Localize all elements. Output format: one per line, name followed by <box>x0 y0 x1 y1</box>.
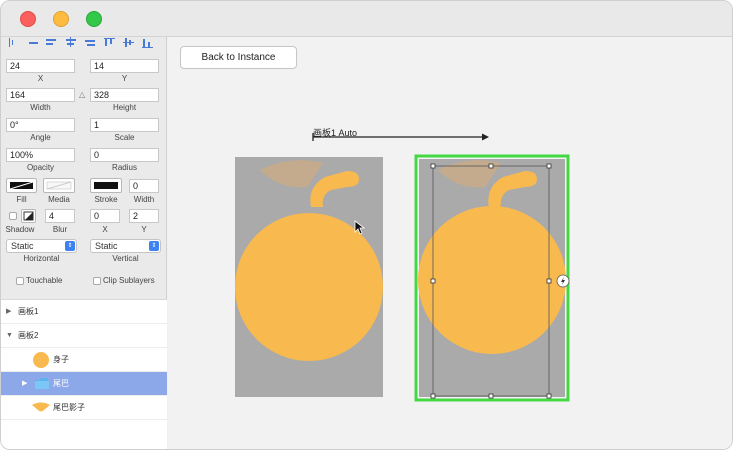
select-chevron-icon: ⇕ <box>149 241 159 251</box>
stroke-width-label: Width <box>133 195 155 204</box>
shadow-color-swatch[interactable] <box>21 209 36 223</box>
resize-handle[interactable] <box>488 393 494 399</box>
close-window-button[interactable] <box>20 11 36 27</box>
layer-row-tail[interactable]: ▶ 尾巴 <box>1 372 167 396</box>
resize-handle[interactable] <box>430 393 436 399</box>
stroke-label: Stroke <box>94 195 118 204</box>
shadow-layer-icon <box>32 402 50 412</box>
opacity-field[interactable]: 100% <box>6 148 75 162</box>
disclosure-right-icon[interactable]: ▶ <box>6 300 11 324</box>
body-circle <box>418 206 566 354</box>
blur-field[interactable]: 4 <box>45 209 75 223</box>
fill-label: Fill <box>16 195 27 204</box>
disclosure-right-icon[interactable]: ▶ <box>22 372 27 396</box>
height-field[interactable]: 328 <box>90 88 159 102</box>
shadow-checkbox[interactable] <box>9 212 17 220</box>
layer-name: 画板2 <box>18 331 39 340</box>
shadow-label: Shadow <box>5 225 35 234</box>
vertical-select-value: Static <box>95 241 118 251</box>
layers-panel: ▶ 画板1 ▼ 画板2 身子 ▶ 尾巴 尾巴影子 <box>1 299 167 449</box>
layer-name: 尾巴影子 <box>53 403 85 412</box>
resize-handle[interactable] <box>546 163 552 169</box>
opacity-label: Opacity <box>26 163 55 172</box>
stroke-width-field[interactable]: 0 <box>129 179 159 193</box>
clip-sublayers-checkbox[interactable] <box>93 277 101 285</box>
resize-handle[interactable] <box>430 278 436 284</box>
layer-row-body[interactable]: 身子 <box>1 348 167 372</box>
artboard-1-preview[interactable] <box>235 157 383 397</box>
vertical-label: Vertical <box>112 254 139 263</box>
touchable-label: Touchable <box>26 276 63 285</box>
mouse-pointer-icon <box>354 220 366 235</box>
resize-handle[interactable] <box>546 393 552 399</box>
fill-swatch[interactable] <box>6 178 37 193</box>
resize-handle[interactable] <box>488 163 494 169</box>
y-field[interactable]: 14 <box>90 59 159 73</box>
design-canvas[interactable]: Back to Instance 画板1 Auto <box>168 37 732 449</box>
clip-sublayers-label: Clip Sublayers <box>103 276 155 285</box>
height-label: Height <box>112 103 137 112</box>
app-window: 24 X 14 Y 164 Width △ 328 Height 0° Angl… <box>0 0 733 450</box>
shadow-x-field[interactable]: 0 <box>90 209 120 223</box>
align-bottom-icon[interactable] <box>140 37 155 49</box>
align-center-vertical-icon[interactable] <box>64 37 79 49</box>
y-label: Y <box>121 74 128 83</box>
inspector-sidebar: 24 X 14 Y 164 Width △ 328 Height 0° Angl… <box>1 37 167 449</box>
x-field[interactable]: 24 <box>6 59 75 73</box>
layer-row-artboard2[interactable]: ▼ 画板2 <box>1 324 167 348</box>
width-label: Width <box>30 103 51 112</box>
back-to-instance-button[interactable]: Back to Instance <box>180 46 297 69</box>
horizontal-select-value: Static <box>11 241 34 251</box>
stroke-swatch[interactable] <box>90 178 122 193</box>
scale-field[interactable]: 1 <box>90 118 159 132</box>
shadow-y-label: Y <box>141 225 147 234</box>
media-preview-icon <box>46 181 72 190</box>
distribute-horizontal-icon[interactable] <box>26 37 41 49</box>
media-label: Media <box>48 195 70 204</box>
shadow-color-icon <box>23 211 34 221</box>
horizontal-label: Horizontal <box>23 254 60 263</box>
fill-preview-icon <box>9 181 34 190</box>
x-label: X <box>37 74 44 83</box>
artboard-2-preview[interactable] <box>413 153 573 403</box>
shadow-y-field[interactable]: 2 <box>129 209 159 223</box>
align-left-icon[interactable] <box>7 37 22 49</box>
layer-name: 身子 <box>53 355 69 364</box>
blur-label: Blur <box>52 225 68 234</box>
lock-aspect-icon[interactable]: △ <box>79 90 85 99</box>
shadow-x-label: X <box>102 225 108 234</box>
select-chevron-icon: ⇕ <box>65 241 75 251</box>
stroke-preview-icon <box>94 182 118 189</box>
radius-field[interactable]: 0 <box>90 148 159 162</box>
minimize-window-button[interactable] <box>53 11 69 27</box>
layer-row-artboard1[interactable]: ▶ 画板1 <box>1 300 167 324</box>
layer-row-tail-shadow[interactable]: 尾巴影子 <box>1 396 167 420</box>
resize-handle[interactable] <box>546 278 552 284</box>
transition-arrow-icon <box>312 133 489 141</box>
folder-icon <box>35 378 49 389</box>
touchable-checkbox[interactable] <box>16 277 24 285</box>
angle-label: Angle <box>30 133 51 142</box>
media-swatch[interactable] <box>43 178 75 193</box>
align-bottom-edges-icon[interactable] <box>83 37 98 49</box>
disclosure-down-icon[interactable]: ▼ <box>6 324 13 348</box>
align-middle-icon[interactable] <box>121 37 136 49</box>
radius-label: Radius <box>112 163 137 172</box>
alignment-toolbar <box>7 37 155 51</box>
circle-layer-icon <box>33 352 49 368</box>
vertical-select[interactable]: Static ⇕ <box>90 239 161 253</box>
resize-handle[interactable] <box>430 163 436 169</box>
align-top-icon[interactable] <box>102 37 117 49</box>
title-bar <box>1 1 732 37</box>
layer-name: 画板1 <box>18 307 39 316</box>
horizontal-select[interactable]: Static ⇕ <box>6 239 77 253</box>
zoom-window-button[interactable] <box>86 11 102 27</box>
layer-name: 尾巴 <box>53 379 69 388</box>
scale-label: Scale <box>114 133 135 142</box>
angle-field[interactable]: 0° <box>6 118 75 132</box>
align-top-edges-icon[interactable] <box>45 37 60 49</box>
width-field[interactable]: 164 <box>6 88 75 102</box>
